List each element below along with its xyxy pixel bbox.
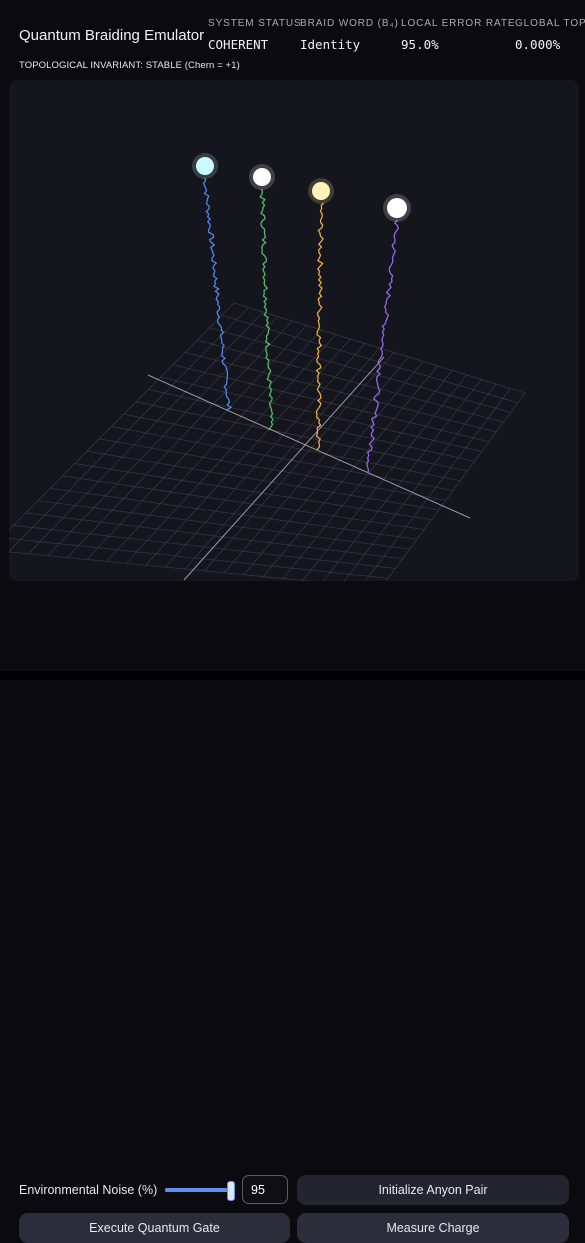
anyon-4-trail <box>366 219 400 473</box>
metric-label: SYSTEM STATUS <box>208 18 302 29</box>
floor-grid <box>9 302 526 581</box>
grid-line <box>343 383 497 581</box>
app-title: Quantum Braiding Emulator <box>19 27 205 44</box>
grid-line <box>13 524 396 569</box>
anyon-2-sphere <box>253 168 271 186</box>
initialize-anyon-pair-button[interactable]: Initialize Anyon Pair <box>297 1175 569 1205</box>
worldline-trails <box>202 177 400 473</box>
metric-label: BRAID WORD (B₄) <box>300 18 399 29</box>
axis-line <box>183 356 385 581</box>
metric-local-error-rate: LOCAL ERROR RATE 95.0% <box>401 18 515 52</box>
metric-system-status: SYSTEM STATUS COHERENT <box>208 18 302 52</box>
metric-value: COHERENT <box>208 37 269 52</box>
metric-global-topo: GLOBAL TOPO 0.000% <box>515 18 585 52</box>
grid-line <box>9 538 389 579</box>
anyon-spheres <box>192 153 411 222</box>
execute-quantum-gate-button[interactable]: Execute Quantum Gate <box>19 1213 290 1243</box>
braiding-scene[interactable] <box>9 80 579 581</box>
noise-slider[interactable] <box>165 1180 237 1201</box>
braiding-viewport[interactable] <box>9 80 579 581</box>
grid-line <box>9 302 235 531</box>
metric-value: 0.000% <box>515 37 561 52</box>
anyon-4-sphere <box>387 198 407 218</box>
noise-slider-fill <box>165 1188 230 1192</box>
grid-line <box>25 512 403 560</box>
metric-value: 95.0% <box>401 37 439 52</box>
header-bar: Quantum Braiding Emulator TOPOLOGICAL IN… <box>0 0 585 80</box>
anyon-3-sphere <box>312 182 330 200</box>
measure-charge-button[interactable]: Measure Charge <box>297 1213 569 1243</box>
bottom-bar <box>0 671 585 680</box>
grid-line <box>364 388 511 581</box>
metric-braid-word: BRAID WORD (B₄) Identity <box>300 18 399 52</box>
axis-line <box>147 374 471 519</box>
metric-label: LOCAL ERROR RATE <box>401 18 516 29</box>
anyon-1-sphere <box>196 157 214 175</box>
metric-label: GLOBAL TOPO <box>515 18 585 29</box>
noise-value-input[interactable] <box>242 1175 288 1204</box>
topological-invariant-label: TOPOLOGICAL INVARIANT: STABLE (Chern = +… <box>19 60 240 71</box>
control-panel: Environmental Noise (%) Initialize Anyon… <box>0 582 585 1243</box>
noise-label: Environmental Noise (%) <box>19 1183 158 1197</box>
metric-value: Identity <box>300 37 361 52</box>
grid-line <box>9 551 313 581</box>
noise-slider-thumb[interactable] <box>226 1181 235 1201</box>
